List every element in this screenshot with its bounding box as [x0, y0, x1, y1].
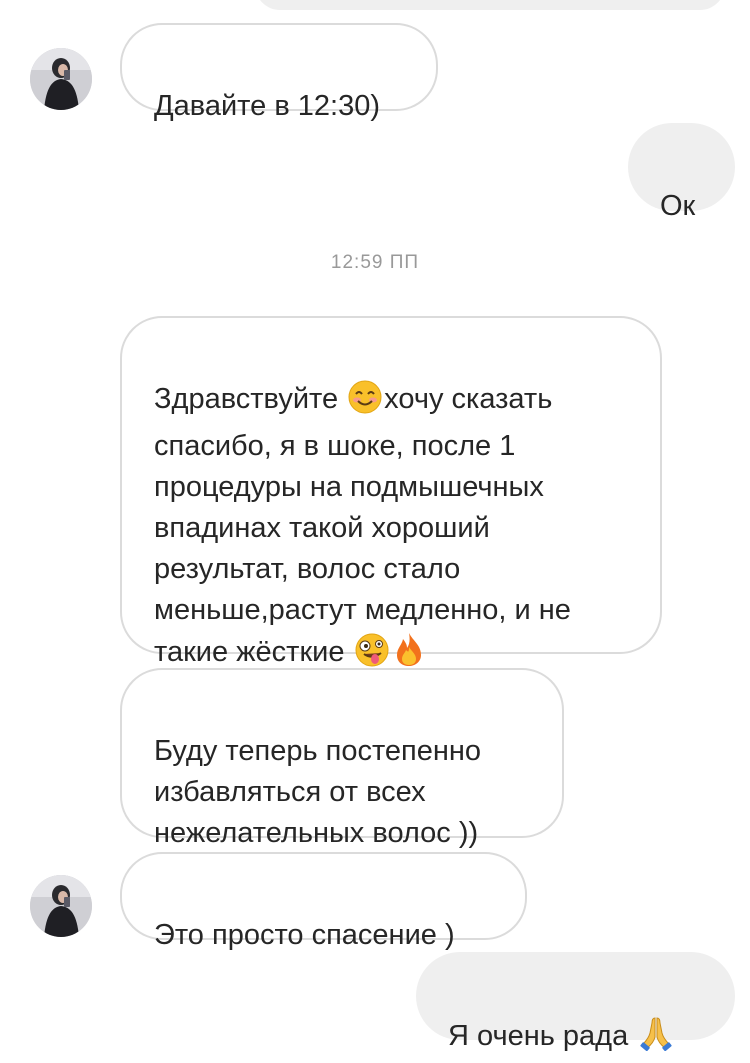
folded-hands-emoji-icon [638, 1015, 674, 1063]
sender-avatar[interactable] [30, 48, 92, 110]
message-text: Давайте в 12:30) [154, 90, 381, 122]
message-text: Я очень рада [448, 1020, 637, 1052]
previous-message-bubble [255, 0, 725, 10]
message-text: хочу сказать спасибо, я в шоке, после 1 … [154, 383, 571, 668]
incoming-message[interactable]: Буду теперь постепенно избавляться от вс… [120, 668, 564, 849]
incoming-message[interactable]: Здравствуйте хочу сказать спасибо, я в ш… [120, 316, 662, 668]
outgoing-message[interactable]: Ок [628, 123, 735, 222]
smiling-face-emoji-icon [348, 380, 382, 426]
message-text: Ок [660, 190, 696, 222]
incoming-message[interactable]: Давайте в 12:30) [120, 23, 438, 122]
outgoing-message[interactable]: Я очень рада [416, 952, 735, 1052]
message-text: Здравствуйте [154, 383, 347, 415]
user-avatar-icon [30, 48, 92, 110]
message-timestamp: 12:59 ПП [330, 252, 420, 273]
incoming-message[interactable]: Это просто спасение ) [120, 852, 527, 951]
message-text: Это просто спасение ) [154, 919, 455, 951]
sender-avatar[interactable] [30, 875, 92, 937]
user-avatar-icon [30, 875, 92, 937]
message-text: Буду теперь постепенно избавляться от вс… [154, 735, 482, 849]
